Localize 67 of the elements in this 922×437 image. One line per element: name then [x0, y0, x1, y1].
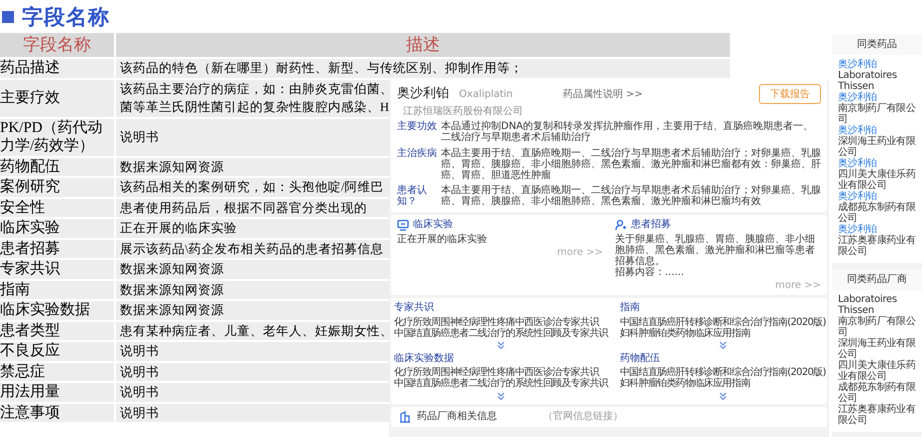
company-name: Laboratoires Thissen [837, 70, 898, 92]
building-icon [399, 410, 411, 423]
company-name: 江苏奥赛康药业有限公司 [837, 235, 917, 257]
monitor-icon [397, 218, 409, 230]
chevron-down-icon[interactable] [496, 392, 505, 400]
item-label: 主要功效 [397, 121, 438, 134]
field-name-cell: 安全性 [0, 198, 114, 217]
field-name-cell: 案例研究 [0, 178, 114, 196]
attributes-link[interactable]: 药品属性说明 >> [562, 89, 643, 100]
panel-text: 招募内容：...... [615, 267, 686, 278]
company-name: 成都苑东制药有限公司 [837, 382, 917, 404]
chevron-down-icon[interactable] [718, 392, 727, 400]
section-title: 字段名称 [22, 4, 110, 30]
panel-title: 临床实验 [413, 218, 453, 230]
company-name: 江苏恒瑞医药股份有限公司 [403, 106, 524, 118]
company-name: 江苏奥赛康药业有限公司 [837, 404, 917, 426]
download-report-button[interactable]: 下载报告 [759, 84, 821, 104]
manufacturer-title: 药品厂商相关信息 [417, 410, 497, 422]
company-name: 深圳海王药业有限公司 [837, 136, 917, 158]
drug-latin-name: Oxaliplatin [459, 89, 513, 100]
panel-title: 患者招募 [631, 218, 671, 230]
website-link[interactable]: （官网信息链接） [543, 410, 623, 422]
field-name-cell: PK/PD（药代动力学/药效学） [0, 118, 114, 156]
field-name-cell: 指南 [0, 280, 114, 299]
section-heading: 指南 [620, 302, 641, 314]
field-name-cell: 患者招募 [0, 240, 114, 258]
description-cell: 该药品的特色（新在哪里）耐药性、新型、与传统区别、抑制作用等； [116, 59, 730, 78]
chevron-down-icon[interactable] [718, 341, 727, 349]
field-name-cell: 主要疗效 [0, 80, 114, 116]
company-name: 四川美大康佳乐药业有限公司 [837, 360, 917, 382]
drug-link[interactable]: 奥沙利铂 [832, 92, 922, 103]
field-name-cell: 药物配伍 [0, 158, 114, 176]
more-link[interactable]: more >> [775, 280, 821, 292]
field-name-cell: 不良反应 [0, 342, 114, 360]
field-name-cell: 用法用量 [0, 383, 114, 402]
square-icon [2, 10, 14, 22]
company-name: 成都苑东制药有限公司 [837, 202, 917, 224]
company-name: Laboratoires Thissen [837, 294, 898, 316]
description-line: 该药品主要治疗的病症，如：由肺炎克雷伯菌、 [120, 80, 393, 98]
company-name: 四川美大康佳乐药业有限公司 [837, 169, 917, 191]
field-name-cell: 专家共识 [0, 260, 114, 278]
literature-link[interactable]: 化疗所致周围神经病理性疼痛中西医诊治专家共识 [394, 367, 608, 378]
company-name: 南京制药厂有限公司 [837, 316, 917, 338]
field-name-cell: 临床实验 [0, 219, 114, 238]
drug-link[interactable]: 奥沙利铂 [832, 125, 922, 136]
person-icon [615, 218, 627, 230]
drug-link[interactable]: 奥沙利铂 [832, 59, 922, 70]
drug-link[interactable]: 奥沙利铂 [832, 158, 922, 169]
field-name-cell: 禁忌症 [0, 362, 114, 381]
panel-header: 同类药品 [832, 34, 922, 55]
company-name: 深圳海王药业有限公司 [837, 338, 917, 360]
description-line: 菌等革兰氏阴性菌引起的复杂性腹腔内感染、H [120, 99, 390, 116]
more-link[interactable]: more >> [557, 246, 603, 258]
drug-link[interactable]: 奥沙利铂 [832, 224, 922, 235]
company-name: 南京制药厂有限公司 [837, 103, 917, 125]
section-heading: 专家共识 [394, 302, 435, 314]
literature-link[interactable]: 中国结直肠癌患者二线治疗的系统性回顾及专家共识 [394, 328, 608, 339]
field-name-cell: 临床实验数据 [0, 301, 114, 320]
chevron-down-icon[interactable] [496, 341, 505, 349]
field-name-cell: 注意事项 [0, 404, 114, 422]
field-name-cell: 药品描述 [0, 59, 114, 78]
panel-header: 同类药品厂商 [832, 269, 922, 290]
drug-name: 奥沙利铂 [397, 87, 449, 102]
column-header: 字段名称 [0, 33, 114, 57]
field-name-cell: 患者类型 [0, 322, 114, 340]
column-header: 描述 [116, 33, 730, 57]
drug-link[interactable]: 奥沙利铂 [832, 191, 922, 202]
